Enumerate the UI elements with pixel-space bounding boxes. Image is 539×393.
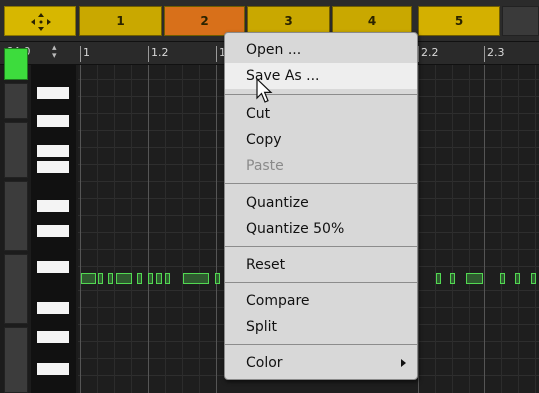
midi-note[interactable] [466, 273, 483, 284]
menu-item-paste[interactable]: Paste [225, 153, 417, 179]
menu-separator [225, 282, 417, 283]
menu-separator [225, 183, 417, 184]
white-key[interactable] [37, 115, 69, 127]
midi-note[interactable] [215, 273, 220, 284]
grid-step-line [165, 65, 166, 393]
sound-slot[interactable] [4, 122, 28, 178]
context-menu: Open ... Save As ... Cut Copy Paste Quan… [224, 32, 418, 380]
midi-note[interactable] [165, 273, 170, 284]
midi-note[interactable] [81, 273, 96, 284]
sound-slot-column [0, 45, 30, 393]
sound-slot[interactable] [4, 327, 28, 393]
sound-slot[interactable] [4, 83, 28, 119]
midi-note[interactable] [436, 273, 441, 284]
tempo-stepper-icon[interactable]: ▴ ▾ [52, 44, 57, 61]
menu-item-open[interactable]: Open ... [225, 37, 417, 63]
grid-step-line [97, 65, 98, 393]
white-key[interactable] [37, 302, 69, 314]
white-key[interactable] [37, 331, 69, 343]
menu-separator [225, 344, 417, 345]
clip-5[interactable]: 5 [418, 6, 500, 36]
white-key[interactable] [37, 87, 69, 99]
midi-note[interactable] [137, 273, 142, 284]
grid-step-line [114, 65, 115, 393]
menu-item-reset[interactable]: Reset [225, 252, 417, 278]
midi-note[interactable] [450, 273, 455, 284]
white-key[interactable] [37, 200, 69, 212]
menu-item-quantize[interactable]: Quantize [225, 190, 417, 216]
grid-step-line [452, 65, 453, 393]
white-key[interactable] [37, 363, 69, 375]
grid-step-line [182, 65, 183, 393]
mouse-pointer-icon [256, 78, 273, 103]
grid-bar-line [148, 65, 149, 393]
grid-step-line [131, 65, 132, 393]
menu-item-color-label: Color [246, 355, 283, 371]
ruler-mark: 2.3 [484, 46, 505, 62]
grid-bar-line [418, 65, 419, 393]
menu-separator [225, 94, 417, 95]
grid-step-line [199, 65, 200, 393]
menu-item-color[interactable]: Color [225, 350, 417, 376]
piano-keyboard[interactable] [31, 65, 76, 393]
ruler-mark: 1 [80, 46, 90, 62]
clip-label: 2 [200, 14, 209, 28]
grid-step-line [535, 65, 536, 393]
white-key[interactable] [37, 161, 69, 173]
clip-empty[interactable] [502, 6, 539, 36]
menu-item-cut[interactable]: Cut [225, 101, 417, 127]
white-key[interactable] [37, 225, 69, 237]
clip-label: 3 [284, 14, 293, 28]
clip-label: 1 [116, 14, 125, 28]
white-key[interactable] [37, 145, 69, 157]
menu-item-save-as[interactable]: Save As ... [225, 63, 417, 89]
menu-separator [225, 246, 417, 247]
ruler-mark: 1.2 [148, 46, 169, 62]
submenu-arrow-icon [401, 359, 406, 367]
midi-note[interactable] [183, 273, 209, 284]
clip-1[interactable]: 1 [79, 6, 162, 36]
grid-step-line [501, 65, 502, 393]
grid-step-line [518, 65, 519, 393]
move-handle[interactable] [4, 6, 76, 36]
clip-label: 4 [367, 14, 377, 28]
clip-label: 5 [454, 14, 464, 28]
grid-bar-line [80, 65, 81, 393]
move-arrows-icon [31, 13, 51, 31]
menu-item-copy[interactable]: Copy [225, 127, 417, 153]
white-key[interactable] [37, 261, 69, 273]
menu-item-compare[interactable]: Compare [225, 288, 417, 314]
midi-note[interactable] [156, 273, 162, 284]
midi-note[interactable] [515, 273, 520, 284]
grid-step-line [435, 65, 436, 393]
sound-slot[interactable] [4, 181, 28, 251]
grid-bar-line [216, 65, 217, 393]
menu-item-split[interactable]: Split [225, 314, 417, 340]
midi-note[interactable] [148, 273, 153, 284]
piano-roll-editor: 1 2 3 4 5 64.0 ▴▾ 1 1.2 1.3 2.2 2.3 [0, 0, 539, 393]
active-sound-slot[interactable] [4, 48, 28, 80]
menu-item-quantize-50[interactable]: Quantize 50% [225, 216, 417, 242]
sound-slot[interactable] [4, 254, 28, 324]
midi-note[interactable] [108, 273, 113, 284]
midi-note[interactable] [98, 273, 103, 284]
grid-step-line [469, 65, 470, 393]
ruler-mark: 2.2 [418, 46, 439, 62]
grid-bar-line [484, 65, 485, 393]
midi-note[interactable] [116, 273, 132, 284]
midi-note[interactable] [500, 273, 505, 284]
midi-note[interactable] [531, 273, 536, 284]
